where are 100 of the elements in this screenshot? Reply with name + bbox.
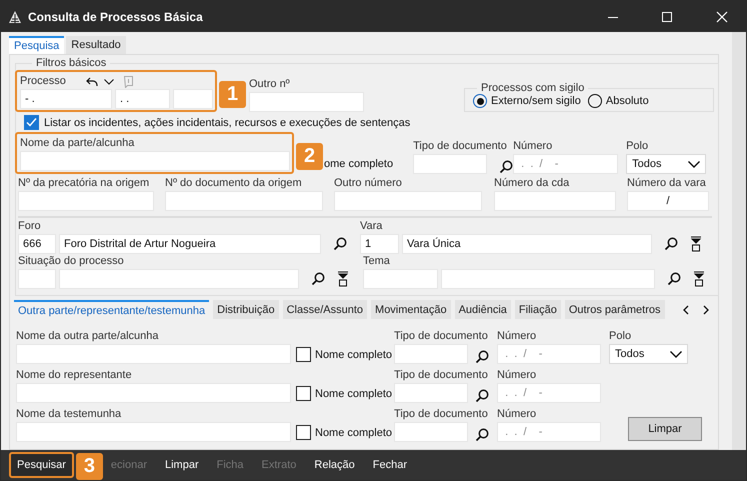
field-label: Nome da parte/alcunha	[20, 137, 136, 150]
filter-icon[interactable]	[337, 271, 349, 287]
step-badge: 2	[296, 143, 323, 170]
input-field[interactable]: Vara Única	[402, 234, 652, 254]
input-field[interactable]	[394, 422, 468, 442]
search-icon[interactable]	[499, 160, 514, 174]
field-label: Tipo de documento	[394, 330, 489, 343]
field-label: Tipo de documento	[394, 408, 489, 421]
search-icon[interactable]	[475, 350, 490, 364]
input-field[interactable]	[16, 422, 291, 442]
toolbar-button[interactable]: Pesquisar	[9, 452, 74, 478]
tab[interactable]: Outros parâmetros	[564, 300, 665, 319]
input-field[interactable]	[16, 383, 291, 403]
field-label: Polo	[626, 140, 650, 153]
checkbox[interactable]	[24, 115, 39, 130]
checkbox-label: Listar os incidentes, ações incidentais, recursos e execuções de sentenças	[44, 116, 410, 128]
input-field[interactable]	[59, 269, 299, 289]
field-label: Processo	[20, 75, 66, 88]
field-label: Vara	[360, 220, 384, 233]
checkbox-label: Nome completo	[315, 348, 392, 360]
input-field[interactable]	[413, 154, 488, 174]
dropdown[interactable]: Todos	[609, 344, 688, 364]
input-field[interactable]	[249, 92, 364, 112]
filter-icon[interactable]	[690, 236, 702, 252]
tab[interactable]: Resultado	[66, 36, 126, 54]
group-title: Filtros básicos	[35, 57, 108, 69]
input-field[interactable]	[173, 89, 213, 109]
input-field[interactable]	[20, 151, 290, 171]
field-label: Nº do documento da origem	[165, 177, 303, 190]
search-icon[interactable]	[667, 272, 681, 286]
search-icon[interactable]	[333, 237, 347, 251]
input-field[interactable]	[494, 191, 616, 211]
field-label: Outro número	[334, 177, 403, 190]
maximize-icon[interactable]	[662, 12, 672, 22]
checkbox[interactable]	[296, 425, 311, 440]
input-field[interactable]	[394, 344, 468, 364]
input-field[interactable]: 1	[360, 234, 399, 254]
field-label: Número	[513, 140, 554, 153]
input-field[interactable]	[18, 191, 154, 211]
field-label: Outro nº	[249, 78, 291, 91]
window-title: Consulta de Processos Básica	[28, 10, 203, 24]
tab[interactable]: Pesquisa	[9, 36, 64, 54]
triangle-logo-icon	[8, 10, 22, 24]
field-label: Tipo de documento	[413, 140, 508, 153]
tab[interactable]: Movimentação	[371, 300, 451, 319]
chevron-down-icon[interactable]	[104, 79, 114, 85]
input-field[interactable]: 666	[18, 234, 56, 254]
input-field[interactable]	[165, 191, 323, 211]
tab[interactable]: Outra parte/representante/testemunha	[14, 300, 210, 319]
field-label: Nome da outra parte/alcunha	[16, 330, 160, 343]
search-icon[interactable]	[311, 272, 325, 286]
dropdown[interactable]: Todos	[626, 154, 706, 174]
chevron-left-icon[interactable]	[682, 304, 690, 314]
checkbox-label: Nome completo	[315, 388, 392, 400]
checkbox[interactable]	[296, 347, 311, 362]
group-title: Processos com sigilo	[480, 82, 586, 94]
input-field[interactable]: . . / -	[497, 422, 602, 442]
chevron-down-icon	[688, 160, 700, 168]
input-field[interactable]: . . / -	[497, 344, 602, 364]
field-label: Nº da precatória na origem	[18, 177, 150, 190]
input-field[interactable]: . . / -	[497, 383, 602, 403]
input-field[interactable]	[16, 344, 291, 364]
field-label: Nome da testemunha	[16, 408, 122, 421]
checkbox-label: ome completo	[324, 158, 394, 170]
step-badge: 1	[219, 81, 246, 108]
search-icon[interactable]	[475, 389, 490, 403]
search-icon[interactable]	[475, 428, 490, 442]
tab[interactable]: Classe/Assunto	[282, 300, 368, 319]
input-field[interactable]	[334, 191, 482, 211]
tab[interactable]: Distribuição	[213, 300, 279, 319]
clear-button[interactable]: Limpar	[628, 417, 702, 441]
input-field[interactable]	[363, 269, 438, 289]
chevron-right-icon[interactable]	[702, 304, 710, 314]
field-label: Número	[497, 408, 538, 421]
search-icon[interactable]	[664, 237, 678, 251]
radio-label: Externo/sem sigilo	[491, 95, 581, 107]
toolbar-button[interactable]: Limpar	[156, 456, 208, 474]
filter-icon[interactable]	[693, 271, 705, 287]
checkbox[interactable]	[296, 386, 311, 401]
input-field[interactable]	[18, 269, 56, 289]
tab[interactable]: Audiência	[454, 300, 511, 319]
undo-icon[interactable]	[86, 77, 98, 87]
field-label: Tipo de documento	[394, 369, 489, 382]
field-label: Polo	[609, 330, 632, 343]
tab[interactable]: Filiação	[514, 300, 561, 319]
input-field[interactable]: /	[627, 191, 709, 211]
toolbar-button[interactable]: Relação	[305, 456, 364, 474]
input-field[interactable]: . .	[115, 89, 170, 109]
input-field[interactable]: Foro Distrital de Artur Nogueira	[59, 234, 321, 254]
step-badge: 3	[76, 453, 103, 480]
toolbar-button[interactable]: Fechar	[364, 456, 416, 474]
field-label: Nome do representante	[16, 369, 133, 382]
input-field[interactable]	[441, 269, 655, 289]
radio-button[interactable]	[588, 94, 602, 108]
field-label: Número da cda	[494, 177, 570, 190]
radio-button[interactable]	[473, 94, 487, 108]
input-field[interactable]	[394, 383, 468, 403]
input-field[interactable]: - .	[20, 89, 112, 109]
input-field[interactable]: . . / -	[513, 154, 618, 174]
close-icon[interactable]	[716, 10, 728, 22]
